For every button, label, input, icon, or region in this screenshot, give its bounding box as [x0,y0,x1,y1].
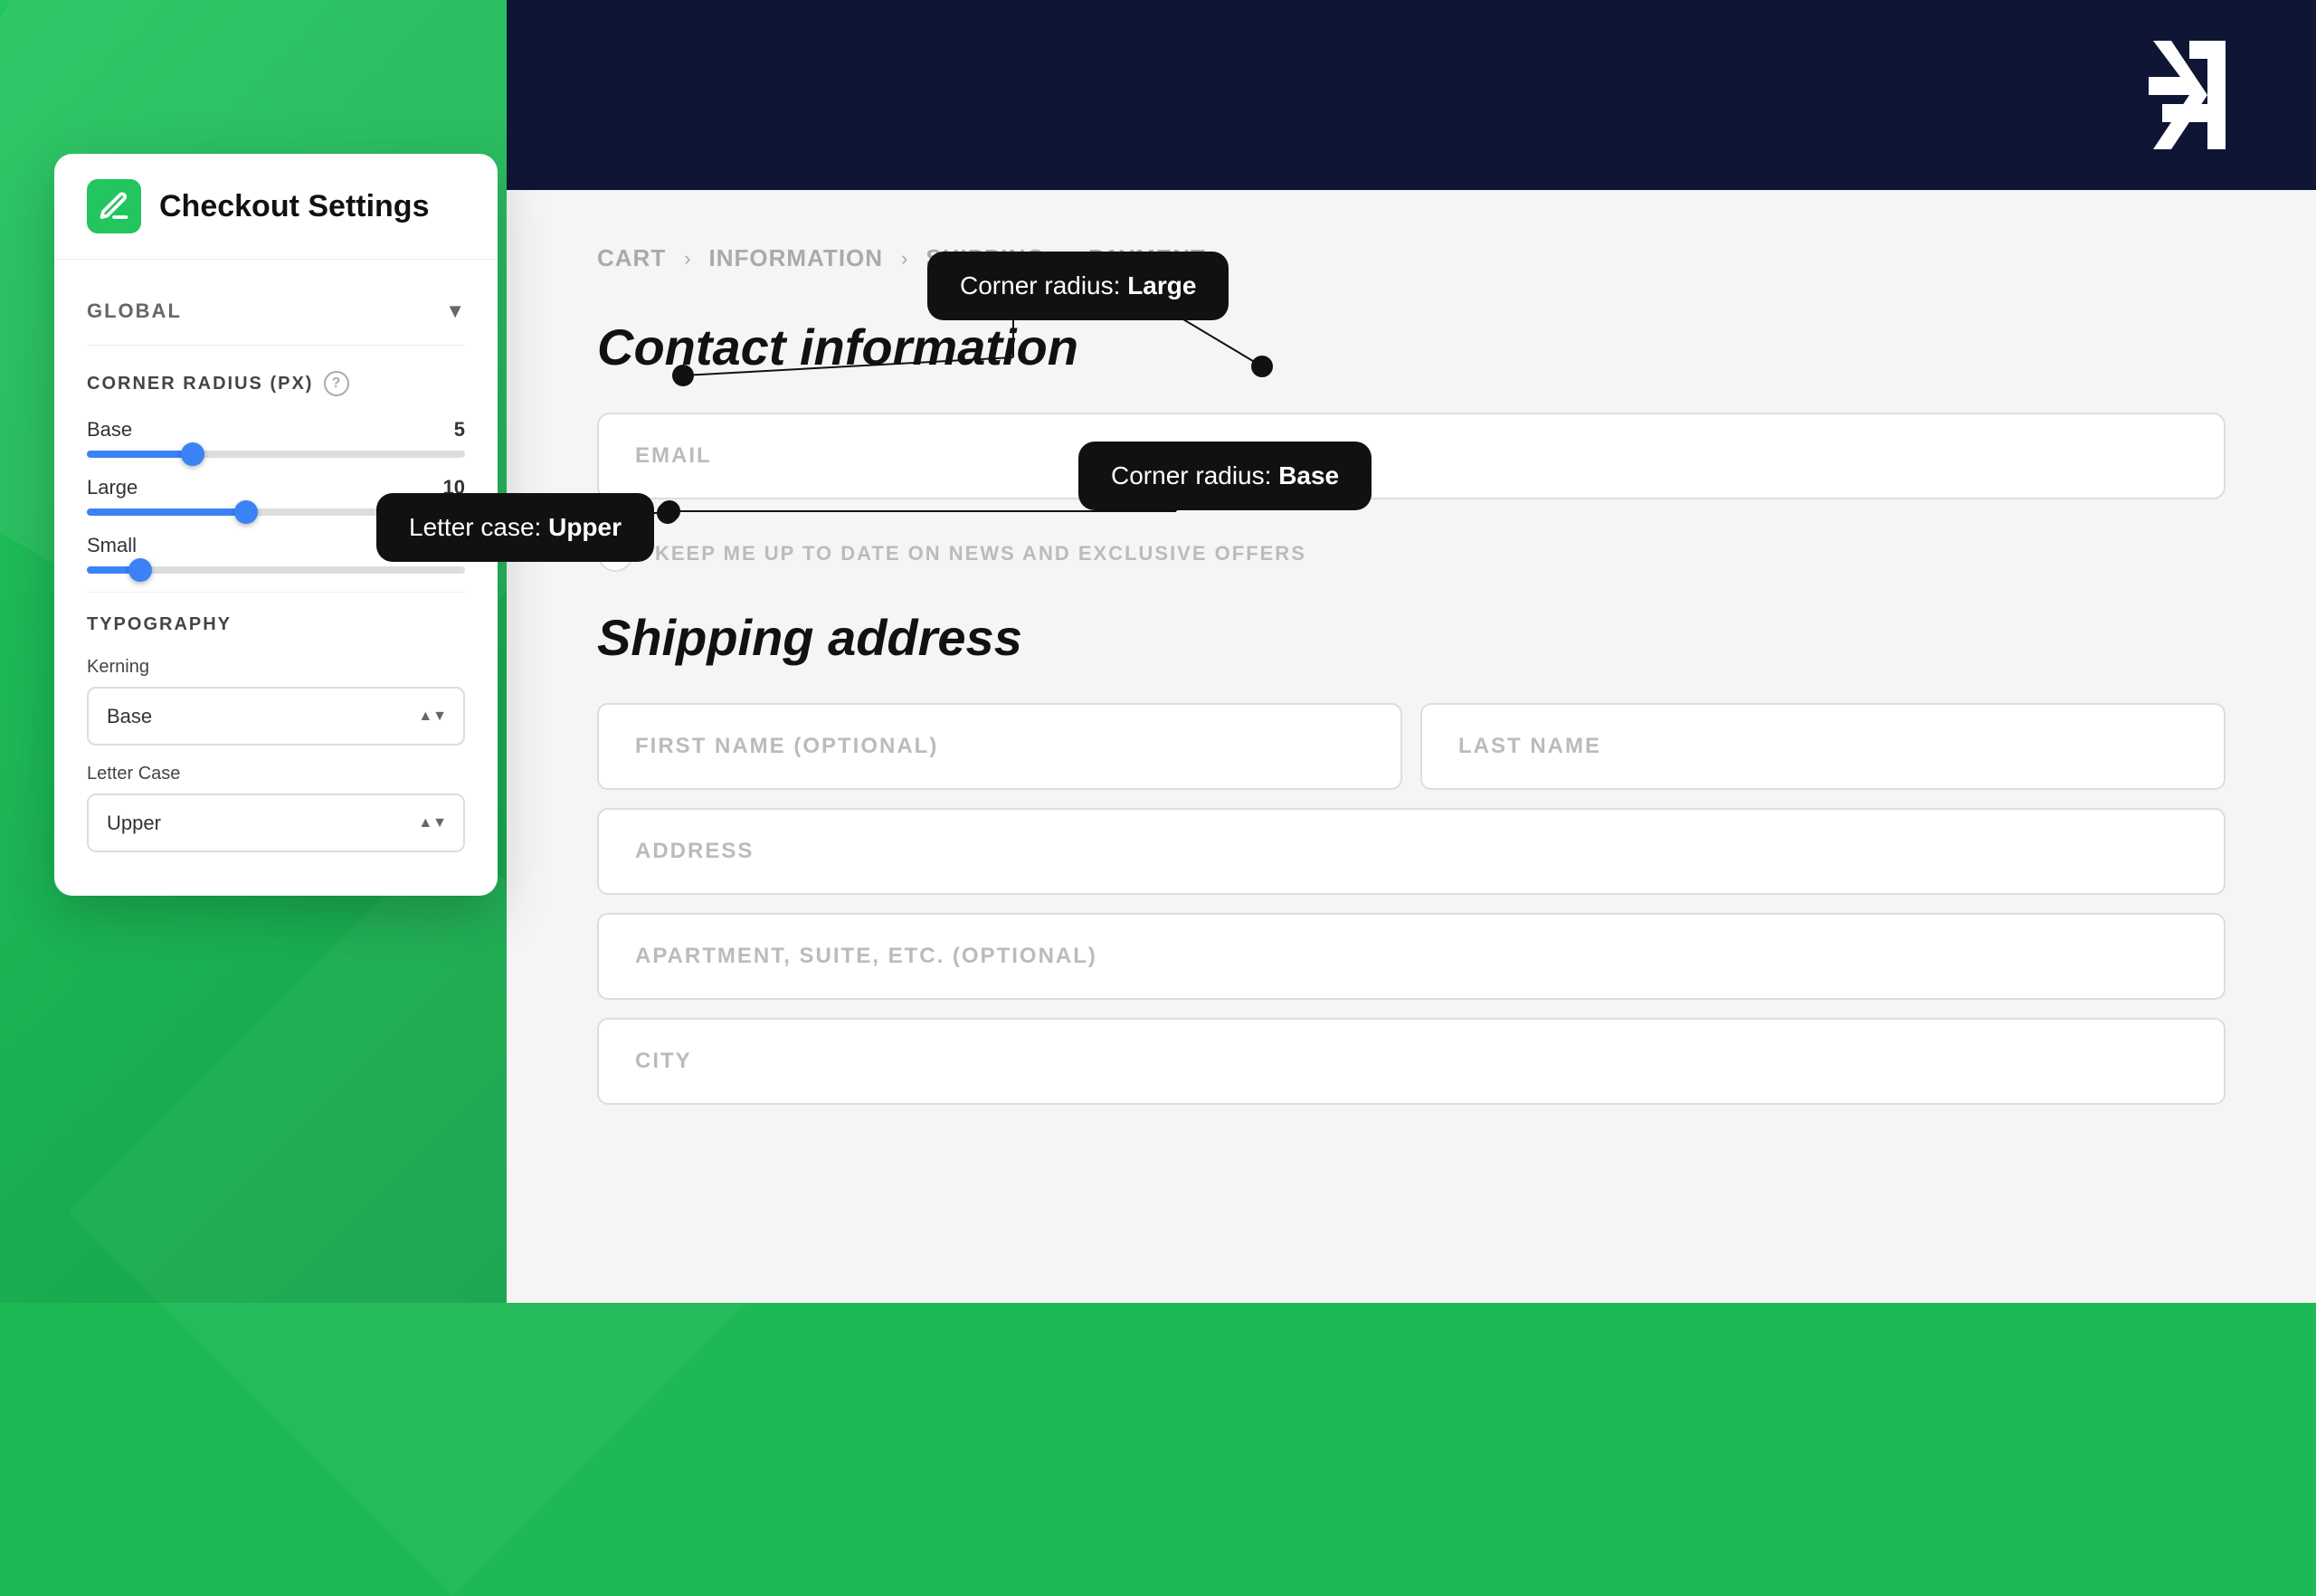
newsletter-row: KEEP ME UP TO DATE ON NEWS AND EXCLUSIVE… [597,518,2226,590]
right-panel: CART › INFORMATION › SHIPPING › PAYMENT … [507,0,2316,1303]
global-label: GLOBAL [87,299,182,323]
slider-base-label: Base [87,418,132,442]
kerning-select-wrapper[interactable]: Base Small Large ▲▼ [87,687,465,746]
settings-header: Checkout Settings [54,154,498,260]
typography-section: TYPOGRAPHY Kerning Base Small Large ▲▼ L… [87,592,465,852]
newsletter-label: KEEP ME UP TO DATE ON NEWS AND EXCLUSIVE… [655,542,1306,565]
global-row[interactable]: GLOBAL ▼ [87,285,465,346]
breadcrumb-sep-1: › [684,247,690,271]
letter-case-select[interactable]: Upper Lower None [87,793,465,852]
slider-base-thumb[interactable] [181,442,204,466]
slider-base-track[interactable] [87,451,465,458]
settings-icon [87,179,141,233]
slider-small-track[interactable] [87,566,465,574]
slider-small-label: Small [87,534,137,557]
help-icon[interactable]: ? [324,371,349,396]
breadcrumb-information[interactable]: INFORMATION [709,244,884,272]
logo-icon [2099,23,2244,167]
typography-label: TYPOGRAPHY [87,614,465,635]
shipping-section-title: Shipping address [597,608,2226,667]
slider-base-value: 5 [454,418,465,442]
address-field[interactable]: ADDRESS [597,808,2226,895]
settings-body: GLOBAL ▼ CORNER RADIUS (PX) ? Base 5 Lar… [54,260,498,896]
slider-base-fill [87,451,193,458]
logo-area [2099,23,2244,167]
tooltip-corner-large: Corner radius: Large [927,252,1229,320]
first-name-field[interactable]: FIRST NAME (OPTIONAL) [597,703,1402,790]
letter-case-select-wrapper[interactable]: Upper Lower None ▲▼ [87,793,465,852]
slider-base: Base 5 [87,418,465,458]
name-row: FIRST NAME (OPTIONAL) LAST NAME [597,703,2226,790]
settings-panel-title: Checkout Settings [159,189,429,224]
slider-large-fill [87,508,246,516]
checkout-content: CART › INFORMATION › SHIPPING › PAYMENT … [507,190,2316,1303]
letter-case-label: Letter Case [87,764,465,784]
corner-radius-label: CORNER RADIUS (PX) ? [87,371,465,396]
slider-large-thumb[interactable] [234,500,258,524]
breadcrumb-sep-2: › [901,247,907,271]
breadcrumb: CART › INFORMATION › SHIPPING › PAYMENT [597,244,2226,272]
kerning-label: Kerning [87,657,465,678]
email-field[interactable]: EMAIL [597,413,2226,499]
apartment-field[interactable]: APARTMENT, SUITE, ETC. (OPTIONAL) [597,913,2226,1000]
breadcrumb-cart[interactable]: CART [597,244,666,272]
tooltip-letter-case: Letter case: Upper [376,493,654,562]
global-dropdown-arrow[interactable]: ▼ [445,299,465,323]
city-field[interactable]: CITY [597,1018,2226,1105]
contact-section-title: Contact information [597,318,2226,376]
kerning-select[interactable]: Base Small Large [87,687,465,746]
slider-large-label: Large [87,476,138,499]
checkout-header [507,0,2316,190]
tooltip-corner-base: Corner radius: Base [1078,442,1372,510]
slider-small-thumb[interactable] [128,558,152,582]
last-name-field[interactable]: LAST NAME [1420,703,2226,790]
